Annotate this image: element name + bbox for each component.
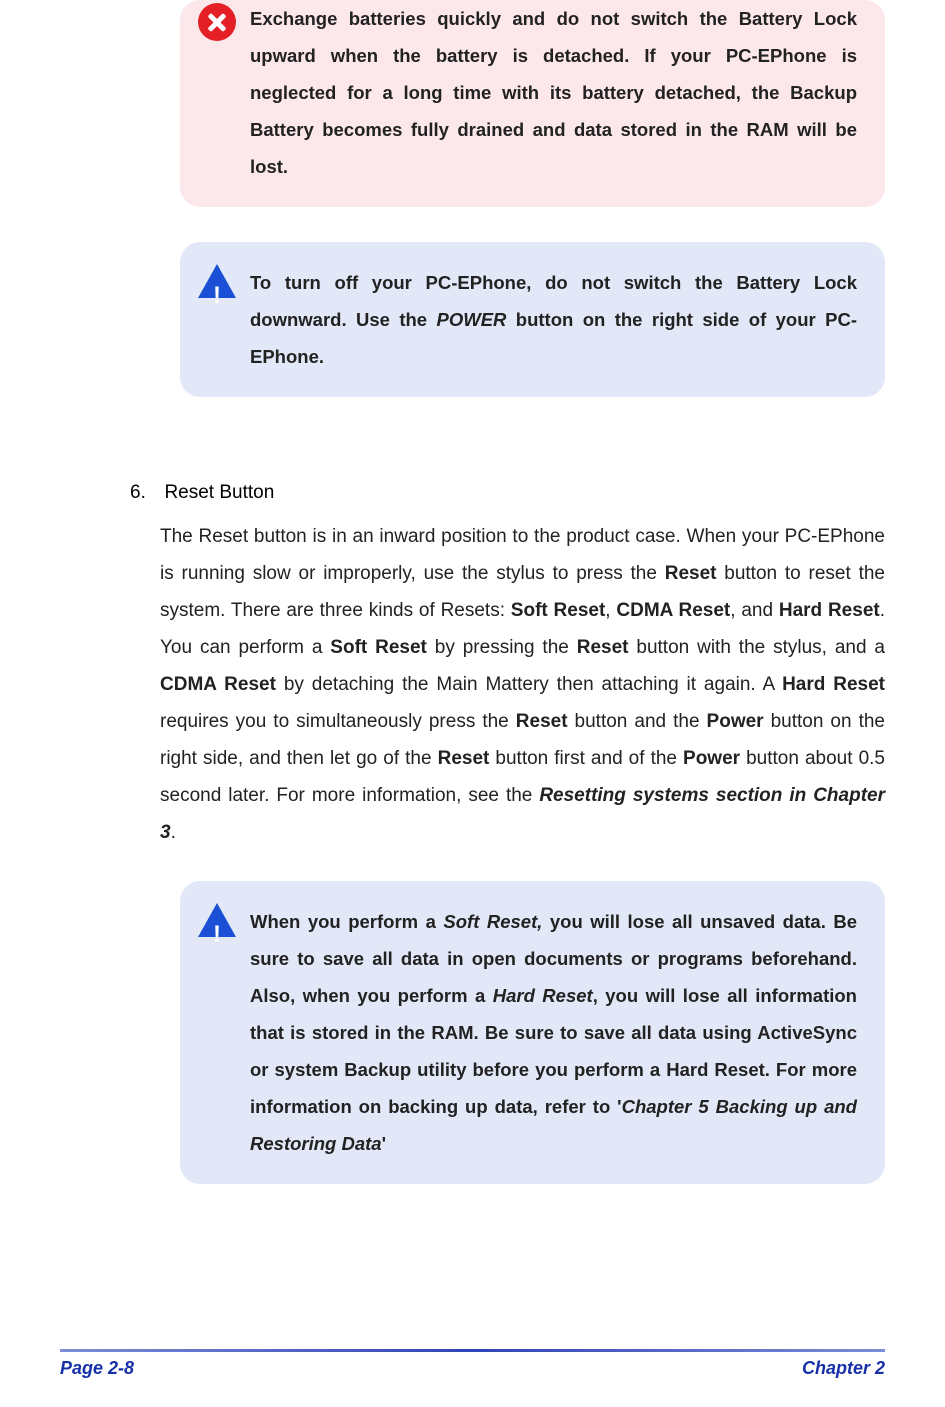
body-bold: Hard Reset bbox=[779, 600, 880, 621]
danger-text: Exchange batteries quickly and do not sw… bbox=[250, 8, 857, 177]
page-footer: Page 2-8 Chapter 2 bbox=[0, 1349, 945, 1379]
section-body: The Reset button is in an inward positio… bbox=[160, 518, 885, 851]
info2-text: When you perform a bbox=[250, 911, 443, 932]
body-text: by detaching the Main Mattery then attac… bbox=[276, 674, 782, 695]
info-callout-1: To turn off your PC-EPhone, do not switc… bbox=[180, 242, 885, 397]
body-bold: Soft Reset bbox=[330, 637, 427, 658]
body-text: button and the bbox=[568, 711, 707, 732]
error-icon bbox=[198, 3, 236, 41]
page-content: Exchange batteries quickly and do not sw… bbox=[0, 0, 945, 1184]
body-bold: Power bbox=[707, 711, 764, 732]
body-text: , and bbox=[730, 600, 779, 621]
body-text: by pressing the bbox=[427, 637, 577, 658]
info1-em: POWER bbox=[437, 309, 507, 330]
section-title: Reset Button bbox=[164, 482, 274, 504]
body-bold: Power bbox=[683, 748, 740, 769]
body-text: . bbox=[171, 822, 176, 843]
body-text: button first and of the bbox=[489, 748, 683, 769]
footer-divider bbox=[60, 1349, 885, 1352]
page-number: Page 2-8 bbox=[60, 1358, 134, 1379]
body-bold: Hard Reset bbox=[782, 674, 885, 695]
body-bold: Reset bbox=[665, 563, 717, 584]
warning-icon bbox=[198, 903, 236, 941]
section-number: 6. bbox=[130, 482, 160, 504]
danger-callout: Exchange batteries quickly and do not sw… bbox=[180, 0, 885, 207]
info2-em: Hard Reset bbox=[493, 985, 593, 1006]
section-header: 6. Reset Button bbox=[130, 482, 885, 518]
body-bold: CDMA Reset bbox=[160, 674, 276, 695]
body-text: button with the stylus, and a bbox=[629, 637, 886, 658]
body-bold: Reset bbox=[438, 748, 490, 769]
info2-em: Soft Reset, bbox=[443, 911, 542, 932]
info2-text: ' bbox=[382, 1133, 386, 1154]
body-text: , bbox=[605, 600, 616, 621]
body-text: requires you to simultaneously press the bbox=[160, 711, 516, 732]
chapter-label: Chapter 2 bbox=[802, 1358, 885, 1379]
warning-icon bbox=[198, 264, 236, 302]
body-bold: CDMA Reset bbox=[616, 600, 730, 621]
body-bold: Reset bbox=[577, 637, 629, 658]
body-bold: Soft Reset bbox=[511, 600, 606, 621]
info-callout-2: When you perform a Soft Reset, you will … bbox=[180, 881, 885, 1184]
body-bold: Reset bbox=[516, 711, 568, 732]
